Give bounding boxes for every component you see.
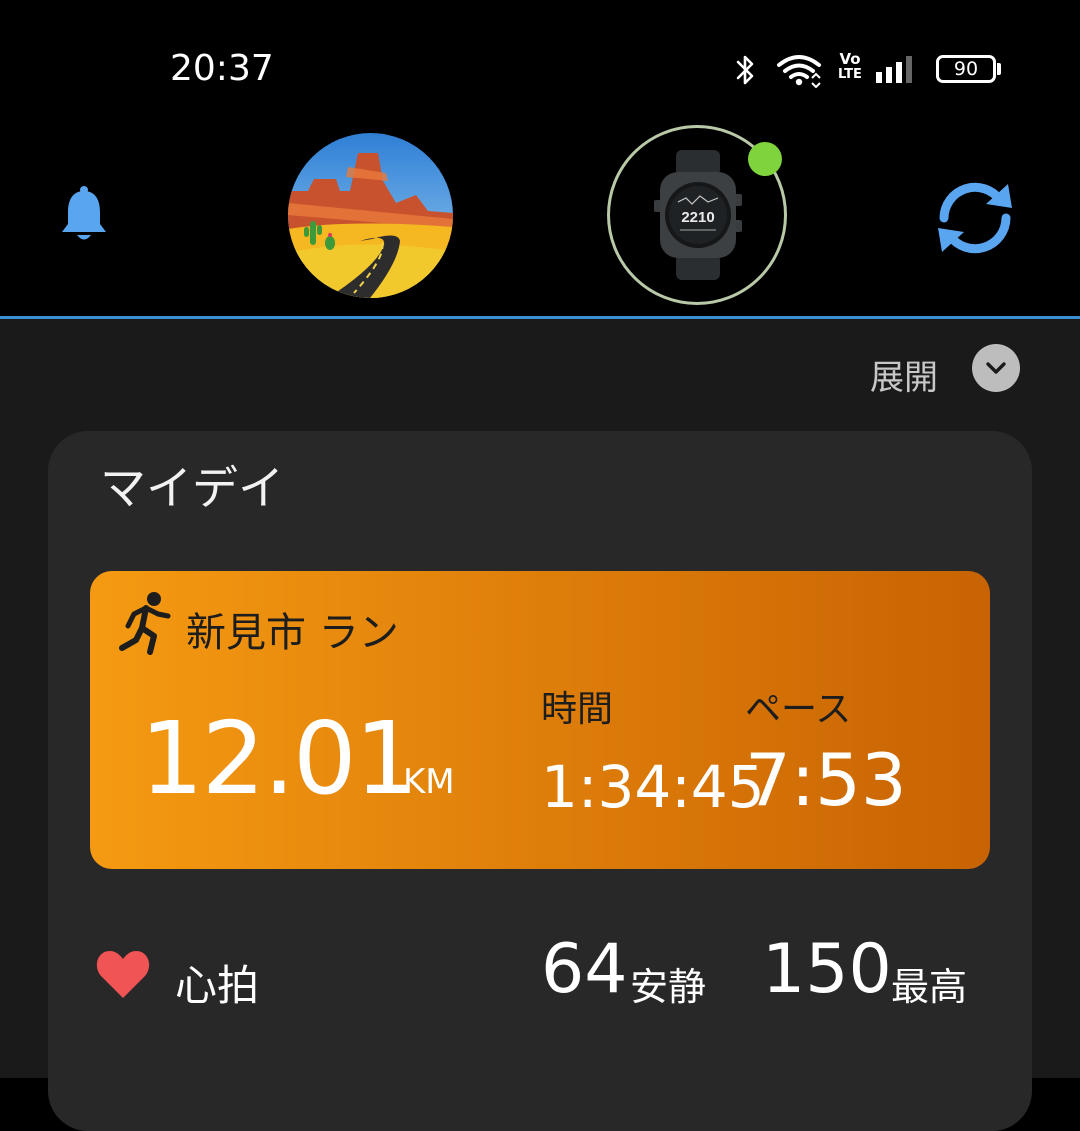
resting-hr-value: 64: [541, 930, 628, 1009]
battery-level-text: 90: [953, 58, 979, 80]
signal-icon: [876, 56, 912, 83]
running-icon: [119, 592, 171, 655]
distance-unit: KM: [403, 762, 455, 802]
heart-rate-label: 心拍: [175, 961, 260, 1010]
pace-value: 7:53: [745, 738, 907, 822]
avatar[interactable]: [288, 133, 453, 298]
battery-icon: 90: [936, 55, 996, 83]
device-connected-dot: [748, 142, 782, 176]
time-label: 時間: [541, 689, 614, 730]
resting-hr-label: 安静: [630, 965, 707, 1009]
expand-button[interactable]: [972, 344, 1020, 392]
heart-icon: [96, 951, 150, 998]
volte-text-bottom: LTE: [838, 67, 862, 82]
expand-label[interactable]: 展開: [870, 350, 938, 399]
volte-text-top: Vo: [839, 50, 861, 68]
max-hr-value: 150: [762, 930, 892, 1009]
bluetooth-icon: [736, 55, 754, 85]
card-title: マイデイ: [100, 461, 284, 515]
activity-name: 新見市 ラン: [186, 610, 399, 656]
distance-value: 12.01: [140, 700, 418, 817]
max-hr-label: 最高: [891, 965, 968, 1009]
volte-icon: Vo LTE: [838, 50, 862, 83]
status-clock: 20:37: [170, 48, 274, 89]
battery-tip: [997, 63, 1001, 75]
sync-icon[interactable]: [930, 178, 1020, 258]
avatar-desert-road: [288, 133, 453, 298]
chevron-down-icon: [986, 362, 1006, 374]
wifi-icon: [777, 55, 821, 88]
pace-label: ペース: [745, 689, 852, 730]
time-value: 1:34:45: [541, 753, 765, 821]
watch-icon[interactable]: 2210: [648, 150, 748, 280]
watch-face-time: 2210: [681, 209, 714, 226]
bell-icon[interactable]: [58, 186, 110, 244]
